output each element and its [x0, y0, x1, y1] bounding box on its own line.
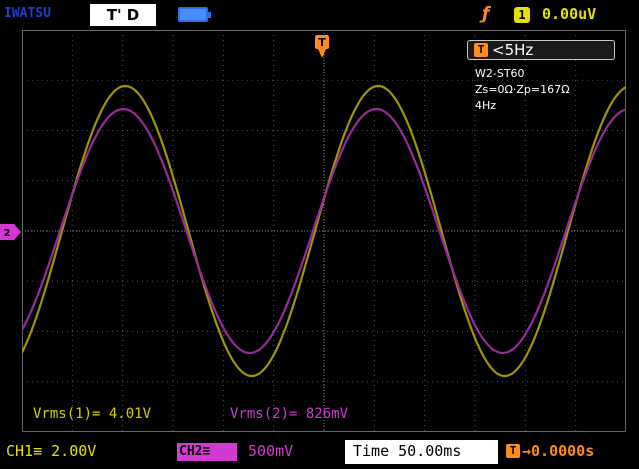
ch1-scale[interactable]: CH1≡ 2.00V — [6, 442, 96, 460]
trigger-source-badge: 1 — [514, 7, 530, 23]
battery-icon — [178, 7, 211, 22]
ground-marker-label: 2 — [4, 228, 11, 239]
horizontal-position-label: T — [506, 444, 520, 458]
rising-edge-icon: ƒ — [482, 4, 490, 24]
note-line-3: 4Hz — [475, 99, 497, 112]
horizontal-position-value: →0.0000s — [522, 442, 595, 460]
trigger-position-marker[interactable]: T — [314, 34, 330, 60]
frequency-readout — [467, 40, 615, 60]
brand-logo: IWATSU — [4, 6, 51, 21]
trigger-state: T' D — [90, 4, 156, 26]
ch2-label[interactable]: CH2≡ — [177, 443, 237, 461]
timebase-value: Time 50.00ms — [353, 442, 462, 460]
frequency-label: T — [474, 43, 488, 57]
trigger-marker-label: T — [318, 36, 326, 49]
note-line-2: Zs=0Ω·Zp=167Ω — [475, 83, 570, 96]
note-line-1: W2-ST60 — [475, 67, 525, 80]
ch2-scale[interactable]: 500mV — [248, 442, 293, 460]
frequency-value: <5Hz — [492, 41, 534, 59]
ch1-vrms: Vrms(1)= 4.01V — [33, 406, 152, 422]
ch2-ground-marker[interactable]: 2 — [0, 224, 22, 240]
ch2-vrms: Vrms(2)= 826mV — [230, 406, 349, 422]
trigger-level: 0.00uV — [542, 5, 597, 23]
